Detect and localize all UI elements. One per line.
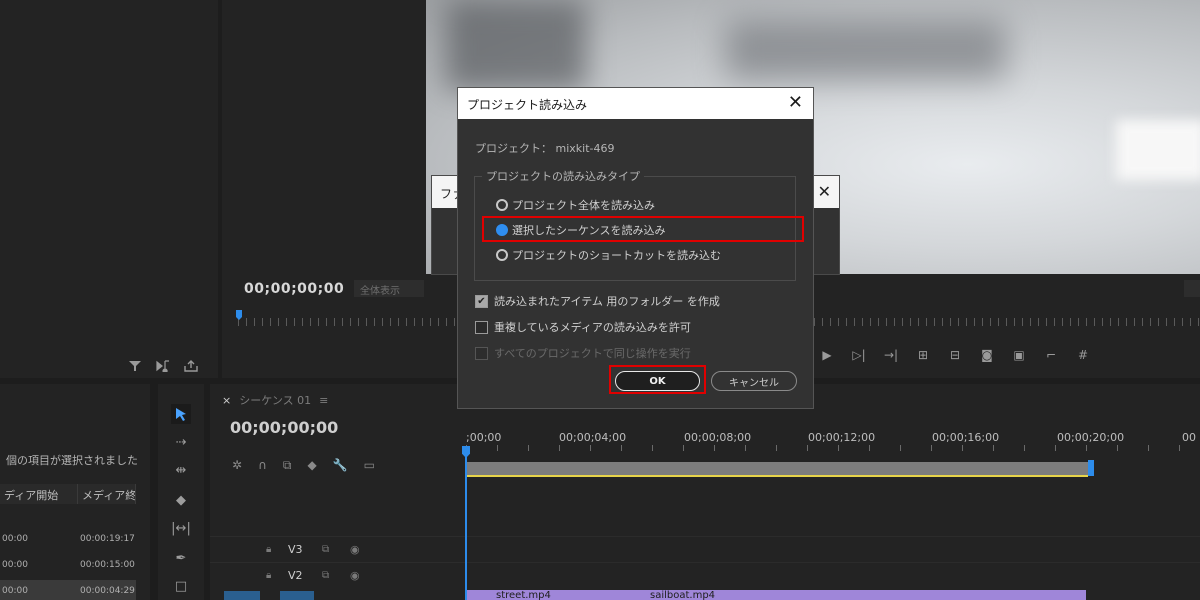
work-area-bar[interactable] [466,462,1090,476]
project-panel [0,0,218,378]
grid-icon[interactable]: # [1074,346,1092,364]
selection-status: 個の項目が選択されました [6,454,138,467]
column-media-end[interactable]: メディア終 [78,484,136,504]
ruler-ticks [466,445,1200,451]
add-marker-icon[interactable]: ◆ [307,458,316,473]
selection-tool-icon[interactable] [171,404,191,424]
import-project-dialog: プロジェクト読み込み ✕ プロジェクト： mixkit-469 プロジェクトの読… [457,87,814,409]
ruler-label: 00;00;12;00 [808,431,876,444]
column-media-start[interactable]: ディア開始 [0,484,78,504]
timeline-toolbar: ✲ ∩ ⧉ ◆ 🔧 ▭ [232,458,375,473]
resolution-dropdown[interactable] [1184,280,1200,297]
dialog-title: プロジェクト読み込み [467,98,588,112]
list-header: ディア開始 メディア終 [0,484,136,504]
sequence-timecode[interactable]: 00;00;00;00 [230,418,338,437]
overwrite-icon[interactable]: ⊟ [946,346,964,364]
insert-music-icon[interactable] [156,360,170,374]
selection-highlight [482,216,804,242]
import-type-legend: プロジェクトの読み込みタイプ [482,168,644,184]
lock-icon[interactable]: 🔒︎ [266,570,271,581]
menu-icon[interactable]: ≡ [319,394,328,407]
transport-controls: ▶ ▷| →| ⊞ ⊟ ◙ ▣ ⌐ # [818,346,1092,364]
linked-selection-icon[interactable]: ⧉ [283,458,292,473]
checkbox-apply-to-all: すべてのプロジェクトで同じ操作を実行 [475,345,691,361]
checkbox-disabled [475,346,488,360]
zoom-fit-dropdown[interactable]: 全体表示 [354,280,424,297]
close-icon[interactable]: × [222,394,231,407]
close-icon[interactable]: ✕ [788,92,803,114]
track-select-icon[interactable]: ⇢ [171,432,191,452]
checkbox-create-folder[interactable]: ✔ 読み込まれたアイテム 用のフォルダー を作成 [475,293,720,309]
track-lane-v2[interactable] [466,562,1200,588]
clip-track-v1[interactable] [466,590,1086,600]
sequence-name: シーケンス 01 [239,394,312,407]
sync-lock-icon[interactable]: ⧉ [322,570,329,581]
dialog-titlebar: プロジェクト読み込み ✕ [458,88,813,119]
track-header-v3: 🔒︎ V3 ⧉ ◉ [210,536,466,562]
multi-cam-icon[interactable]: ▣ [1010,346,1028,364]
track-lane-v3[interactable] [466,536,1200,562]
source-patch-v1[interactable] [224,591,260,600]
clip-sailboat[interactable]: sailboat.mp4 [650,590,715,600]
ok-button[interactable]: OK [615,371,700,391]
rectangle-icon[interactable]: □ [171,576,191,596]
track-header-v2: 🔒︎ V2 ⧉ ◉ [210,562,466,588]
checkbox-checked[interactable]: ✔ [475,294,488,308]
pen-icon[interactable]: ✒ [171,548,191,568]
ruler-label: 00 [1182,431,1196,444]
source-timecode[interactable]: 00;00;00;00 [244,281,344,297]
play-icon[interactable]: ▶ [818,346,836,364]
step-forward-icon[interactable]: ▷| [850,346,868,364]
checkbox[interactable] [475,320,488,334]
clip-street[interactable]: street.mp4 [496,590,551,600]
radio-button[interactable] [496,249,508,261]
radio-button[interactable] [496,199,508,211]
sequence-tab[interactable]: × シーケンス 01 ≡ [222,392,328,408]
ruler-label: 00;00;08;00 [684,431,752,444]
ripple-edit-icon[interactable]: ⇹ [171,460,191,480]
nest-icon[interactable]: ✲ [232,458,242,473]
option-import-entire-project[interactable]: プロジェクト全体を読み込み [496,197,655,213]
filter-icon[interactable] [128,360,142,372]
eye-icon[interactable]: ◉ [350,569,360,582]
snap-icon[interactable]: ∩ [258,458,267,473]
track-target-v1[interactable] [280,591,314,600]
render-bar [466,475,1088,477]
list-item[interactable]: 00:00 00:00:19:17 [0,528,136,552]
lock-icon[interactable]: 🔒︎ [266,544,271,555]
project-panel-toolbar [128,360,198,374]
list-item-selected[interactable]: 00:00 00:00:04:29 [0,580,136,600]
option-import-project-shortcut[interactable]: プロジェクトのショートカットを読み込む [496,247,721,263]
wrench-icon[interactable]: 🔧 [333,458,348,473]
checkbox-allow-duplicates[interactable]: 重複しているメディアの読み込みを許可 [475,319,691,335]
insert-icon[interactable]: ⊞ [914,346,932,364]
go-to-out-icon[interactable]: →| [882,346,900,364]
tools-panel: ⇢ ⇹ ◆ |↔| ✒ □ [158,384,204,600]
timeline-playhead[interactable] [465,446,467,600]
captions-icon[interactable]: ▭ [364,458,375,473]
ruler-label: 00;00;16;00 [932,431,1000,444]
timeline-ruler[interactable]: ;00;00 00;00;04;00 00;00;08;00 00;00;12;… [466,431,1200,445]
safe-margins-icon[interactable]: ⌐ [1042,346,1060,364]
track-name[interactable]: V2 [288,569,303,582]
razor-icon[interactable]: ◆ [171,490,191,510]
list-item[interactable]: 00:00 00:00:15:00 [0,554,136,578]
eye-icon[interactable]: ◉ [350,543,360,556]
slip-icon[interactable]: |↔| [171,518,191,538]
sync-lock-icon[interactable]: ⧉ [322,544,329,555]
close-icon[interactable]: ✕ [818,182,831,201]
ruler-label: 00;00;04;00 [559,431,627,444]
camera-icon[interactable]: ◙ [978,346,996,364]
export-icon[interactable] [184,360,198,372]
ruler-label: 00;00;20;00 [1057,431,1125,444]
work-area-end-handle[interactable] [1088,460,1094,476]
cancel-button[interactable]: キャンセル [711,371,797,391]
project-name-label: プロジェクト： mixkit-469 [475,142,615,155]
ruler-label: ;00;00 [466,431,502,444]
track-name[interactable]: V3 [288,543,303,556]
